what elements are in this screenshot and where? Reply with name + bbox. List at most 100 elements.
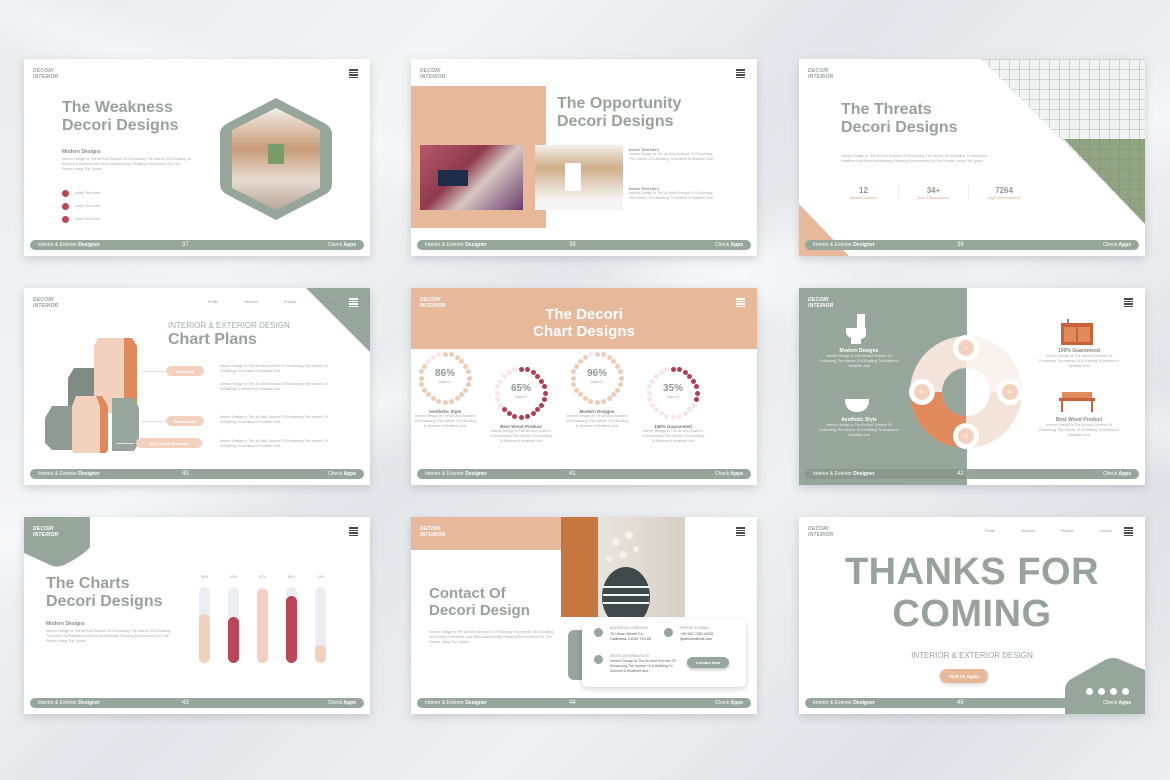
footer-bar: Interior & Exterior Designer 41 Check Apps — [417, 469, 751, 479]
stat: 34+ Best Nominations — [899, 186, 969, 200]
dot-ring-chart: 35% Data 04 — [645, 365, 701, 421]
check-apps-link[interactable]: Check Apps — [328, 242, 356, 248]
slide-42[interactable]: DECORI INTERIOR 01 02 03 04 Modern Designs I… — [799, 288, 1145, 485]
nav-profile[interactable]: Profile — [985, 529, 995, 533]
logo: DECORI INTERIOR — [33, 526, 59, 538]
check-apps-link[interactable]: Check Apps — [328, 700, 356, 706]
ring-dot — [497, 402, 503, 408]
bar-label: 97% — [258, 575, 267, 579]
ring-dot — [512, 367, 518, 373]
menu-icon[interactable] — [1124, 298, 1133, 307]
check-apps-link[interactable]: Check Apps — [715, 700, 743, 706]
ring-dot — [421, 387, 427, 393]
slide-title: The Charts Decori Designs — [46, 575, 163, 611]
slide-title: The Weakness Decori Designs — [62, 99, 179, 135]
stats-row: 12 Awards Interior 34+ Best Nominations 72… — [829, 186, 1039, 200]
pill-high-wood-products: High Wood Products — [136, 438, 202, 448]
slide-38[interactable]: DECORI INTERIOR The Opportunity Decori Des… — [411, 59, 757, 256]
ring-dot — [611, 358, 617, 364]
pinterest-icon[interactable] — [1122, 688, 1129, 695]
cycle-node-label: 02 — [1007, 389, 1013, 394]
ring-dot — [518, 414, 524, 420]
logo: DECORI INTERIOR — [33, 68, 59, 80]
contact-now-button[interactable]: Contact Now — [687, 657, 729, 668]
ring-dot — [653, 407, 659, 413]
ring-dot — [459, 392, 465, 398]
address-block: ADDRESS COMPANY 76 Urban Street Co, Califo… — [610, 626, 652, 641]
ring-dot — [459, 358, 465, 364]
check-apps-link[interactable]: Check Apps — [328, 471, 356, 477]
ring-dot — [594, 351, 600, 357]
twitter-icon[interactable] — [1110, 688, 1117, 695]
info-block: MORE INFORMATION Interior Design Is The A… — [610, 654, 676, 673]
slide-41[interactable]: DECORI INTERIOR The Decori Chart Designs 8… — [411, 288, 757, 485]
menu-icon[interactable] — [1124, 527, 1133, 536]
page-number: 45 — [957, 700, 964, 706]
bullet-item: Insert Text Here — [62, 187, 100, 200]
pill-guaranteed: Guaranteed — [166, 416, 204, 426]
slide-40[interactable]: DECORI INTERIOR Profile Services Product … — [24, 288, 370, 485]
nav-services[interactable]: Services — [1021, 529, 1035, 533]
ring-value: 86% — [434, 368, 455, 379]
slide-43[interactable]: DECORI INTERIOR The Charts Decori Designs … — [24, 517, 370, 714]
nav-services[interactable]: Services — [244, 300, 258, 304]
body-text: Interior Design Is The Art And Science O… — [46, 629, 171, 643]
feature-right-1: 100% Guaranteed Interior Design Is The A… — [1039, 348, 1119, 368]
check-apps-link[interactable]: Check Apps — [715, 242, 743, 248]
nav-product[interactable]: Product — [1061, 529, 1073, 533]
bar-fill — [315, 644, 326, 663]
nav-contact[interactable]: Contact — [322, 300, 334, 304]
ring-dot — [615, 387, 621, 393]
menu-icon[interactable] — [349, 527, 358, 536]
nav-profile[interactable]: Profile — [208, 300, 218, 304]
check-apps-link[interactable]: Check Apps — [1103, 471, 1131, 477]
nav-contact[interactable]: Contact — [1099, 529, 1111, 533]
check-apps-link[interactable]: Check Apps — [1103, 700, 1131, 706]
ring-dot — [518, 366, 524, 372]
ring-dot — [524, 367, 530, 373]
slide-44[interactable]: DECORI INTERIOR Contact Of Decori Design I… — [411, 517, 757, 714]
check-apps-link[interactable]: Check Apps — [1103, 242, 1131, 248]
instagram-icon[interactable] — [1086, 688, 1093, 695]
facebook-icon[interactable] — [1098, 688, 1105, 695]
visit-us-again-button[interactable]: Visit Us Again — [940, 669, 988, 683]
ring-dot — [658, 411, 664, 417]
logo: DECORI INTERIOR — [808, 297, 834, 309]
page-number: 43 — [182, 700, 189, 706]
ring-dot — [430, 396, 436, 402]
logo: DECORI INTERIOR — [808, 526, 834, 538]
page-number: 38 — [569, 242, 576, 248]
bar-fill — [286, 596, 297, 663]
menu-icon[interactable] — [349, 298, 358, 307]
subhead: Modern Designs — [46, 621, 85, 627]
bar-fill — [228, 617, 239, 663]
nav-product[interactable]: Product — [284, 300, 296, 304]
bar-label: 65% — [200, 575, 209, 579]
ring-dot — [577, 358, 583, 364]
slide-37[interactable]: DECORI INTERIOR The Weakness Decori Design… — [24, 59, 370, 256]
ring-dot — [670, 414, 676, 420]
check-apps-link[interactable]: Check Apps — [715, 471, 743, 477]
footer-bar: Interior & Exterior Designer 38 Check Apps — [417, 240, 751, 250]
page-number: 40 — [182, 471, 189, 477]
ring-dot — [687, 373, 693, 379]
slide-45[interactable]: DECORI INTERIOR Profile Services Product … — [799, 517, 1145, 714]
dot-ring-chart: 86% Data 01 — [417, 350, 473, 406]
text-item: Insert Text Here Interior Design Is The … — [629, 186, 713, 200]
ring-dot — [501, 407, 507, 413]
ring-dot — [442, 351, 448, 357]
hexagon-photo — [220, 98, 332, 220]
bullet-item: Insert Text Here — [62, 200, 100, 213]
thanks-headline: THANKS FOR COMING — [844, 551, 1100, 635]
ring-label: Data 02 — [514, 395, 528, 399]
stat: 7264 High Achievement — [987, 186, 1021, 200]
slide-39[interactable]: DECORI INTERIOR The Threats Decori Designs… — [799, 59, 1145, 256]
menu-icon[interactable] — [736, 527, 745, 536]
corner-triangle — [306, 288, 370, 352]
ring-dot — [430, 354, 436, 360]
menu-icon[interactable] — [349, 69, 358, 78]
menu-icon[interactable] — [736, 69, 745, 78]
slide-title: The Decori Chart Designs — [533, 306, 635, 341]
bar-fill — [257, 589, 268, 663]
page-number: 37 — [182, 242, 189, 248]
